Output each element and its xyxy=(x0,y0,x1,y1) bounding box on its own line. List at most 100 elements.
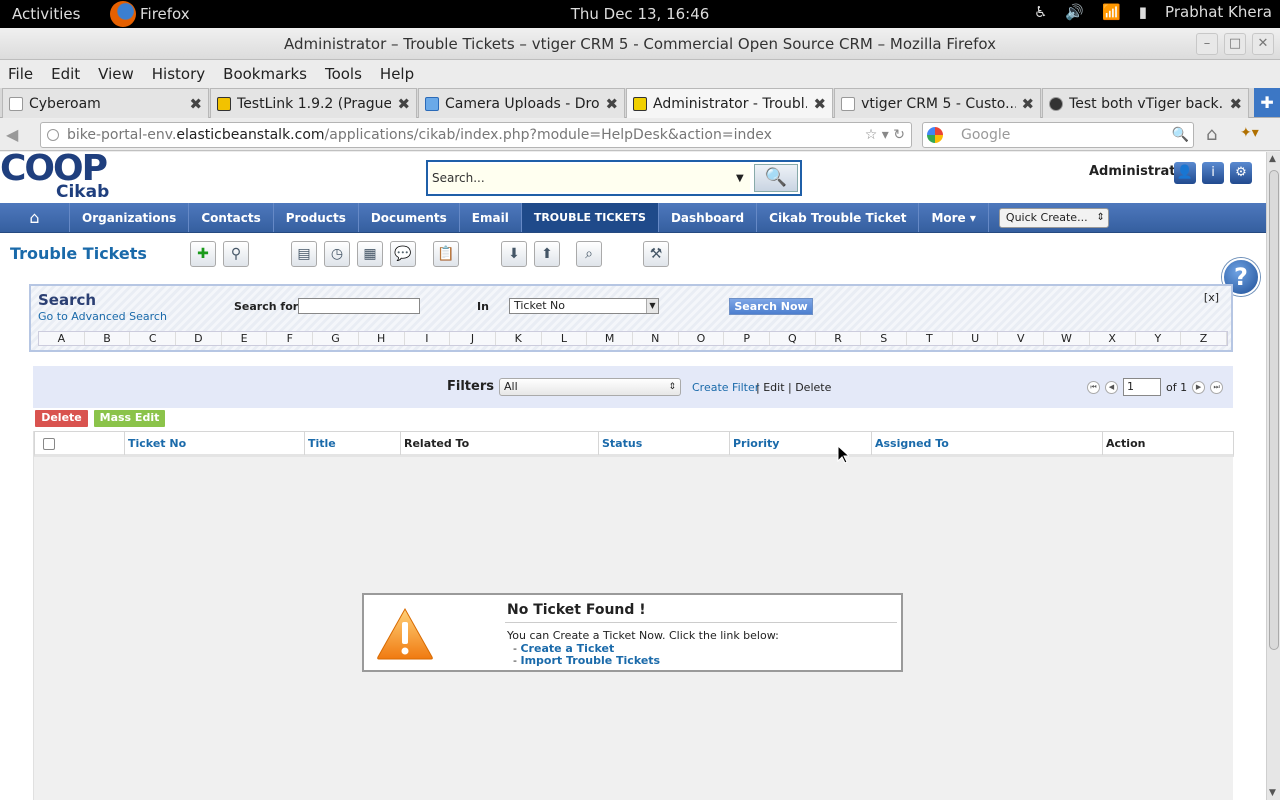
nav-organizations[interactable]: Organizations xyxy=(70,203,190,232)
import-icon[interactable]: ⬇ xyxy=(501,241,527,267)
addon-icon[interactable]: ✦▾ xyxy=(1240,125,1259,141)
nav-documents[interactable]: Documents xyxy=(359,203,460,232)
letter-w[interactable]: W xyxy=(1044,332,1090,345)
reload-icon[interactable]: ↻ xyxy=(893,127,905,143)
tab-close-icon[interactable]: ✖ xyxy=(189,95,202,113)
menu-bookmarks[interactable]: Bookmarks xyxy=(223,65,307,83)
search-icon[interactable]: 🔍 xyxy=(1172,123,1189,147)
previous-page-icon[interactable]: ◀ xyxy=(1105,380,1118,394)
letter-d[interactable]: D xyxy=(176,332,222,345)
edit-delete-filter-links[interactable]: | Edit | Delete xyxy=(756,381,831,394)
settings-gear-icon[interactable]: ⚙ xyxy=(1230,162,1252,184)
mass-edit-button[interactable]: Mass Edit xyxy=(94,410,165,427)
import-tickets-link[interactable]: Import Trouble Tickets xyxy=(520,654,660,667)
letter-h[interactable]: H xyxy=(359,332,405,345)
wifi-icon[interactable]: 📶 xyxy=(1102,3,1121,21)
tab-vtiger-tickets[interactable]: Administrator - Troubl... ✖ xyxy=(626,88,834,118)
letter-e[interactable]: E xyxy=(222,332,268,345)
tab-testlink[interactable]: TestLink 1.9.2 (Prague) ✖ xyxy=(210,88,418,118)
nav-cikab-trouble-ticket[interactable]: Cikab Trouble Ticket xyxy=(757,203,920,232)
letter-z[interactable]: Z xyxy=(1181,332,1227,345)
letter-r[interactable]: R xyxy=(816,332,862,345)
advanced-search-link[interactable]: Go to Advanced Search xyxy=(38,310,167,323)
tab-close-icon[interactable]: ✖ xyxy=(397,95,410,113)
tab-close-icon[interactable]: ✖ xyxy=(1230,95,1243,113)
export-icon[interactable]: ⬆ xyxy=(534,241,560,267)
create-filter-link[interactable]: Create Filter xyxy=(692,381,759,394)
search-field-select[interactable]: Ticket No ▼ xyxy=(509,298,659,314)
nav-dashboard[interactable]: Dashboard xyxy=(659,203,758,232)
home-icon[interactable]: ⌂ xyxy=(1206,124,1217,145)
module-settings-icon[interactable]: ⚒ xyxy=(643,241,669,267)
accessibility-icon[interactable]: ♿ xyxy=(1034,3,1047,21)
page-number-input[interactable]: 1 xyxy=(1123,378,1161,396)
first-page-icon[interactable]: ⏮ xyxy=(1087,380,1100,394)
last-page-icon[interactable]: ⏭ xyxy=(1210,380,1224,394)
dropdown-icon[interactable]: ▾ xyxy=(882,127,889,143)
letter-x[interactable]: X xyxy=(1090,332,1136,345)
letter-u[interactable]: U xyxy=(953,332,999,345)
page-title[interactable]: Trouble Tickets xyxy=(10,244,147,263)
menu-history[interactable]: History xyxy=(152,65,205,83)
menu-file[interactable]: File xyxy=(8,65,33,83)
column-ticket-no[interactable]: Ticket No xyxy=(124,432,304,455)
bookmark-star-icon[interactable]: ☆ xyxy=(865,127,878,143)
letter-s[interactable]: S xyxy=(861,332,908,345)
info-icon[interactable]: i xyxy=(1202,162,1224,184)
new-tab-button[interactable]: ✚ xyxy=(1254,88,1280,117)
my-preferences-icon[interactable]: 👤 xyxy=(1174,162,1196,184)
close-icon[interactable]: ✕ xyxy=(1252,33,1274,55)
search-engine-box[interactable]: Google 🔍 xyxy=(922,122,1194,148)
letter-k[interactable]: K xyxy=(496,332,542,345)
tab-cyberoam[interactable]: Cyberoam ✖ xyxy=(2,88,210,118)
letter-f[interactable]: F xyxy=(267,332,314,345)
tab-close-icon[interactable]: ✖ xyxy=(605,95,618,113)
search-now-button[interactable]: Search Now xyxy=(729,298,813,315)
letter-q[interactable]: Q xyxy=(770,332,816,345)
global-search-input[interactable]: Search... xyxy=(430,164,750,192)
create-ticket-icon[interactable]: ✚ xyxy=(190,241,216,267)
battery-icon[interactable]: ▮ xyxy=(1139,3,1147,21)
scroll-down-icon[interactable]: ▼ xyxy=(1269,788,1276,798)
url-bar[interactable]: bike-portal-env.elasticbeanstalk.com/app… xyxy=(40,122,912,148)
letter-o[interactable]: O xyxy=(679,332,725,345)
menu-help[interactable]: Help xyxy=(380,65,414,83)
tab-dropbox[interactable]: Camera Uploads - Dro... ✖ xyxy=(418,88,626,118)
volume-icon[interactable]: 🔊 xyxy=(1065,3,1084,21)
nav-trouble-tickets[interactable]: TROUBLE TICKETS xyxy=(521,203,659,232)
minimize-icon[interactable]: – xyxy=(1196,33,1218,55)
tab-close-icon[interactable]: ✖ xyxy=(813,95,826,113)
maximize-icon[interactable]: □ xyxy=(1224,33,1246,55)
letter-t[interactable]: T xyxy=(907,332,953,345)
column-priority[interactable]: Priority xyxy=(729,432,871,455)
column-assigned-to[interactable]: Assigned To xyxy=(871,432,1102,455)
letter-b[interactable]: B xyxy=(85,332,131,345)
tab-github[interactable]: Test both vTiger back... ✖ xyxy=(1042,88,1250,118)
google-icon[interactable] xyxy=(927,127,943,143)
calculator-icon[interactable]: ▦ xyxy=(357,241,383,267)
nav-contacts[interactable]: Contacts xyxy=(189,203,274,232)
letter-c[interactable]: C xyxy=(130,332,177,345)
nav-email[interactable]: Email xyxy=(460,203,522,232)
letter-g[interactable]: G xyxy=(313,332,359,345)
select-all-checkbox[interactable] xyxy=(43,438,55,450)
letter-j[interactable]: J xyxy=(450,332,496,345)
coop-cikab-logo[interactable]: COOP Cikab xyxy=(0,152,165,202)
search-magnifier-icon[interactable]: ⚲ xyxy=(223,241,249,267)
clipboard-icon[interactable]: 📋 xyxy=(433,241,459,267)
find-duplicates-icon[interactable]: ⌕ xyxy=(576,241,602,267)
letter-m[interactable]: M xyxy=(587,332,633,345)
letter-y[interactable]: Y xyxy=(1136,332,1182,345)
letter-p[interactable]: P xyxy=(724,332,770,345)
next-page-icon[interactable]: ▶ xyxy=(1192,380,1206,394)
search-dropdown-icon[interactable]: ▼ xyxy=(736,173,744,184)
letter-v[interactable]: V xyxy=(998,332,1045,345)
menu-tools[interactable]: Tools xyxy=(325,65,362,83)
quick-create-select[interactable]: Quick Create... ⇕ xyxy=(998,208,1109,228)
tab-vtiger-custom[interactable]: vtiger CRM 5 - Custo... ✖ xyxy=(834,88,1042,118)
filter-select[interactable]: All ⇕ xyxy=(499,378,681,396)
letter-a[interactable]: A xyxy=(39,332,85,345)
menu-edit[interactable]: Edit xyxy=(51,65,80,83)
scroll-thumb[interactable] xyxy=(1269,170,1279,650)
global-search-button[interactable]: 🔍 xyxy=(754,164,798,192)
